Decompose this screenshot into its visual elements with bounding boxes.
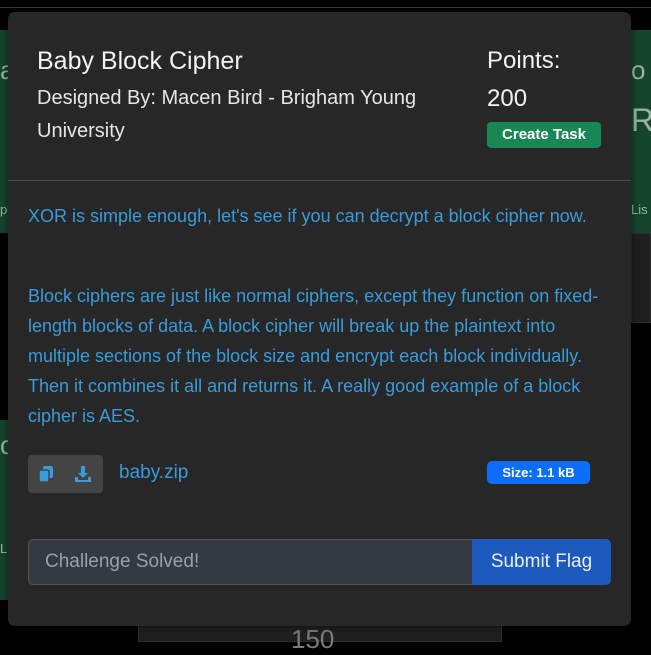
description-paragraph-2: Block ciphers are just like normal ciphe… xyxy=(28,286,599,426)
challenge-author: Designed By: Macen Bird - Brigham Young … xyxy=(37,87,417,142)
file-action-group xyxy=(28,455,103,493)
bg-right-card-heading: o xyxy=(631,55,646,85)
bg-right-card-big: R xyxy=(631,102,651,138)
flag-input[interactable] xyxy=(28,539,472,585)
submit-flag-button[interactable]: Submit Flag xyxy=(472,539,611,585)
bg-right-card-text: Lis xyxy=(631,202,648,217)
modal-header: Baby Block Cipher Designed By: Macen Bir… xyxy=(8,12,631,181)
top-divider xyxy=(0,7,651,8)
create-task-button[interactable]: Create Task xyxy=(487,122,601,148)
challenge-title: Baby Block Cipher xyxy=(37,47,243,75)
file-link[interactable]: baby.zip xyxy=(119,462,188,484)
bg-bottom-points: 150 xyxy=(291,624,335,654)
challenge-modal: Baby Block Cipher Designed By: Macen Bir… xyxy=(8,12,631,626)
copy-icon[interactable] xyxy=(36,464,56,484)
points-label: Points: xyxy=(487,47,561,74)
bg-right-card-lower xyxy=(631,233,651,323)
file-size-badge: Size: 1.1 kB xyxy=(487,461,590,484)
points-value: 200 xyxy=(487,85,528,112)
description-paragraph-1: XOR is simple enough, let's see if you c… xyxy=(28,206,587,226)
download-icon[interactable] xyxy=(73,464,93,484)
